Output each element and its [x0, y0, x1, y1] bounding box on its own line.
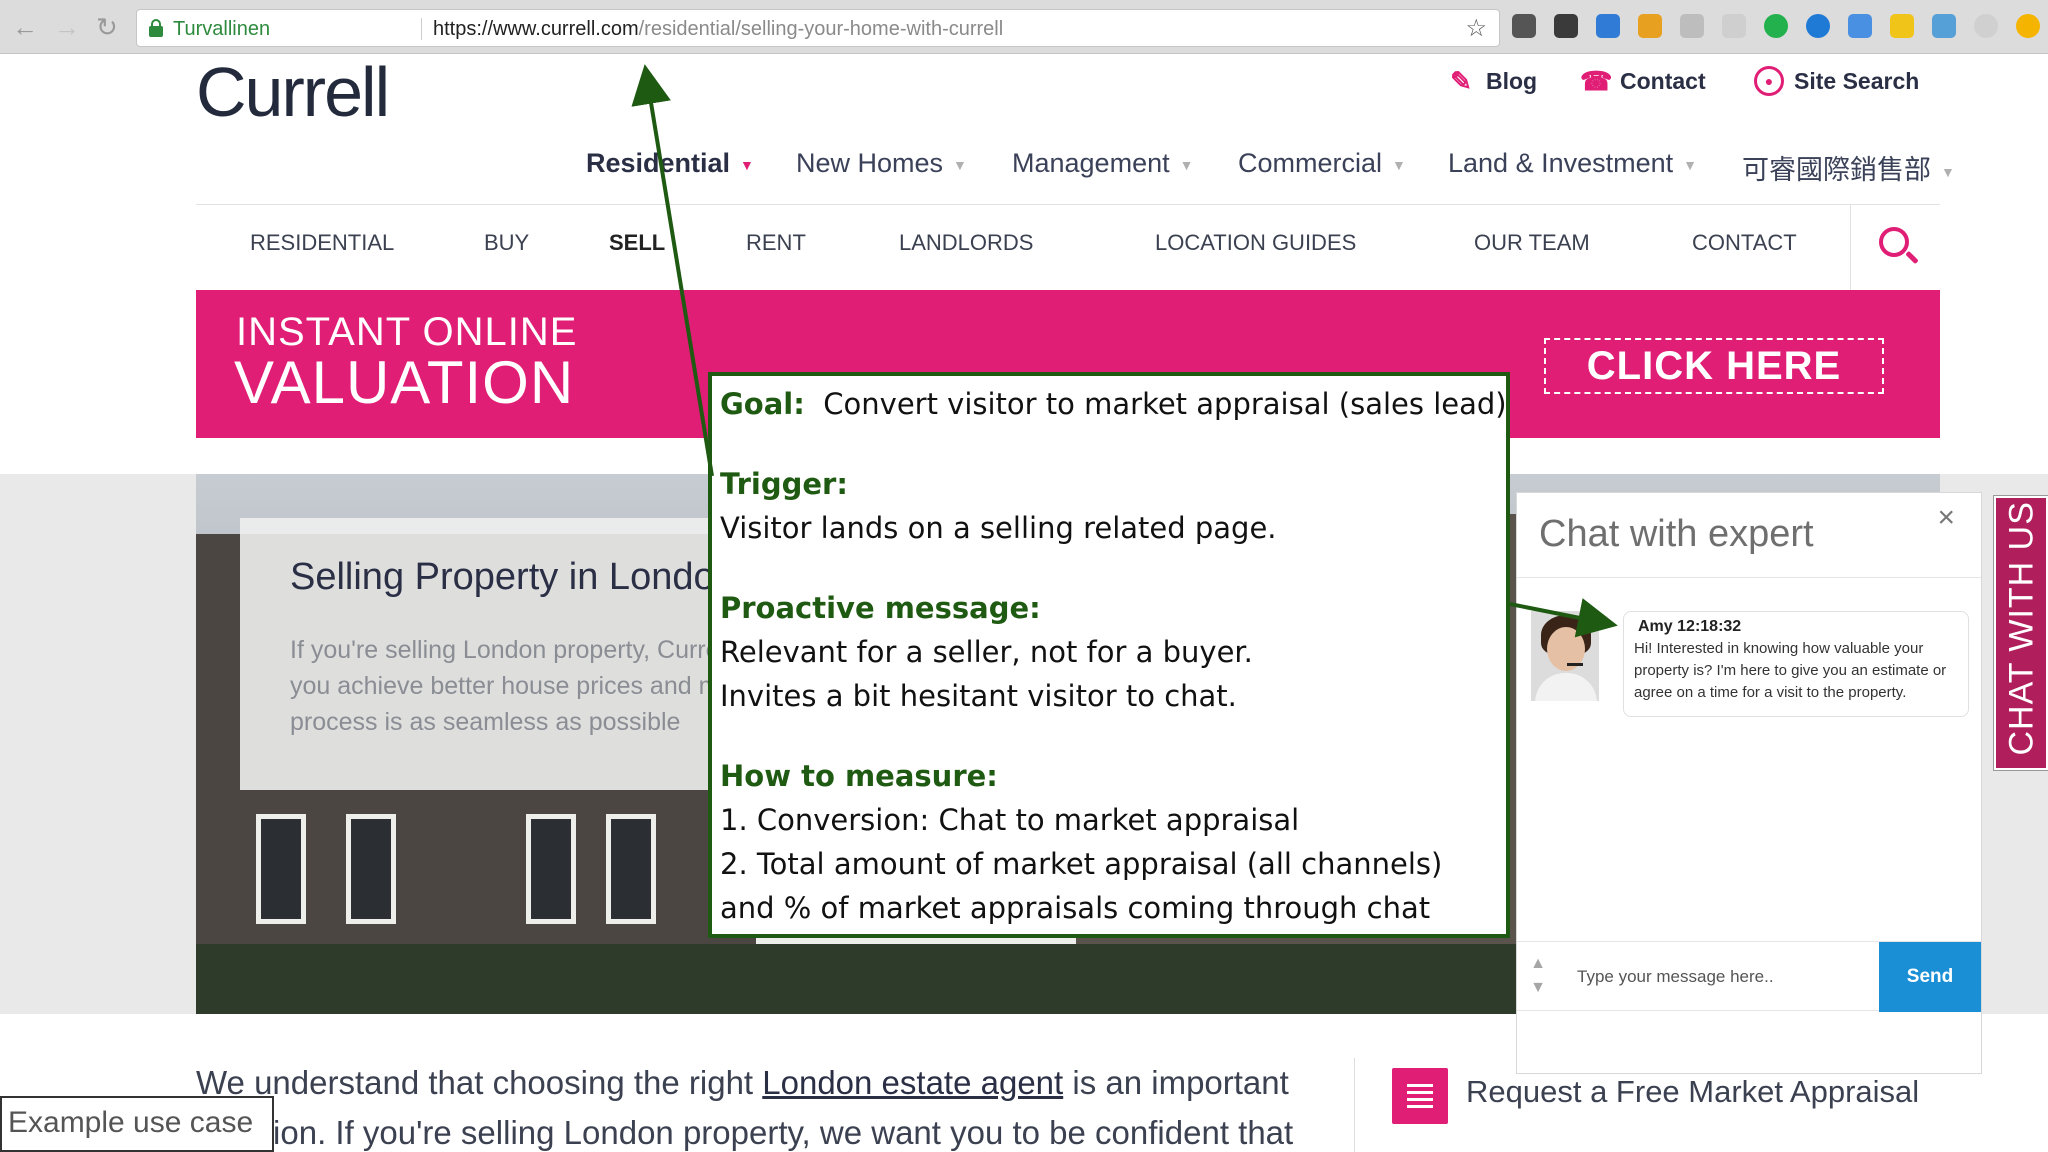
screenshot: ← → ↻ Turvallinen https://www.currell.co…	[0, 0, 2048, 1152]
annotation-arrows	[631, 64, 1618, 638]
example-caption: Example use case	[0, 1096, 274, 1152]
arrow-to-url	[631, 64, 714, 477]
arrow-to-chat	[1509, 598, 1618, 638]
